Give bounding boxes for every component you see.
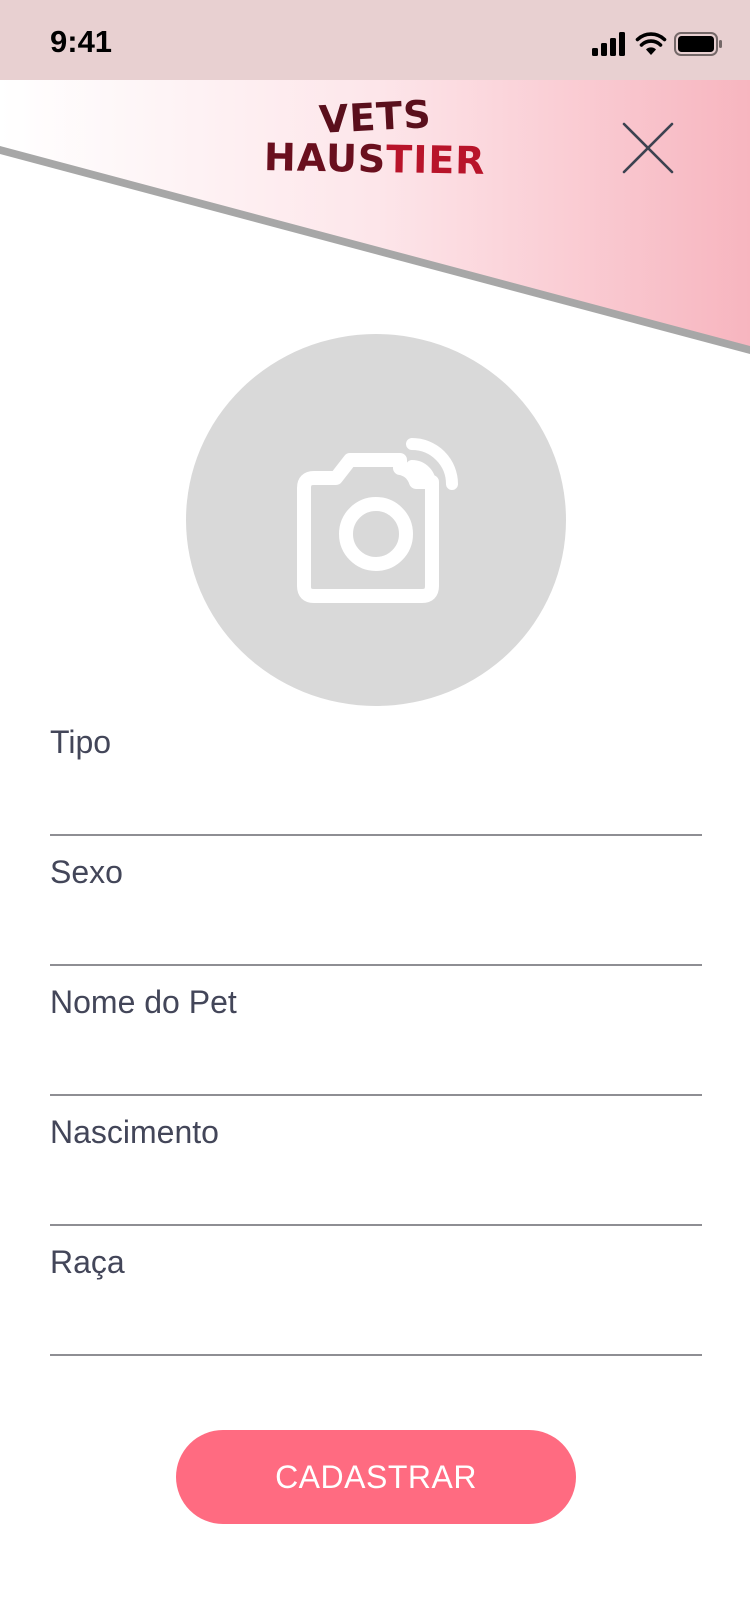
signal-icon [592,32,625,56]
field-label-raca: Raça [50,1244,125,1280]
battery-icon [674,32,722,56]
status-icons [592,32,722,56]
field-tipo[interactable]: Tipo [50,706,702,836]
status-bar: 9:41 [0,0,750,80]
field-nome-do-pet[interactable]: Nome do Pet [50,966,702,1096]
close-icon [622,122,674,174]
sexo-input[interactable] [50,906,702,956]
field-label-tipo: Tipo [50,724,112,760]
field-label-sexo: Sexo [50,854,123,890]
nome-do-pet-input[interactable] [50,1036,702,1086]
tipo-input[interactable] [50,776,702,826]
pet-registration-form: Tipo Sexo Nome do Pet Nascimento Raça [50,706,702,1356]
field-raca[interactable]: Raça [50,1226,702,1356]
field-sexo[interactable]: Sexo [50,836,702,966]
nascimento-input[interactable] [50,1166,702,1216]
vets-haustier-logo: VETS HAUSTIER [263,92,487,183]
field-nascimento[interactable]: Nascimento [50,1096,702,1226]
field-label-nascimento: Nascimento [50,1114,219,1150]
field-label-nome-do-pet: Nome do Pet [50,984,237,1020]
wifi-icon [635,32,667,55]
status-time: 9:41 [50,24,113,59]
cadastrar-button[interactable]: CADASTRAR [176,1430,576,1524]
add-photo-button[interactable] [186,334,566,706]
camera-icon [297,438,458,603]
close-button[interactable] [620,120,676,176]
raca-input[interactable] [50,1296,702,1346]
